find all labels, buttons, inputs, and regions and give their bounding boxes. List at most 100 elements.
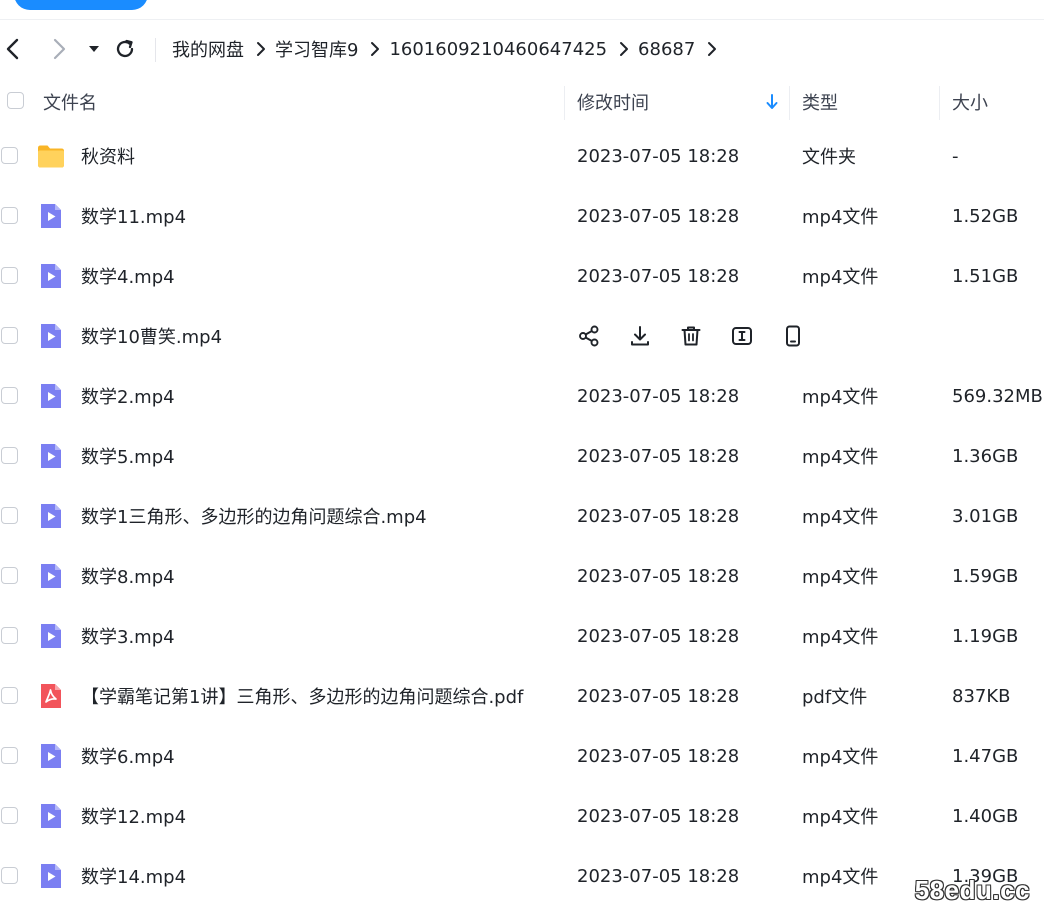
sort-desc-icon[interactable]: [766, 78, 778, 126]
row-checkbox[interactable]: [1, 747, 18, 764]
chevron-right-icon: [370, 41, 380, 57]
file-size: 1.51GB: [952, 265, 1019, 287]
file-modified-time: 2023-07-05 18:28: [577, 445, 740, 467]
table-row[interactable]: 数学8.mp4 2023-07-05 18:28 mp4文件 1.59GB: [0, 546, 1044, 606]
delete-icon[interactable]: [679, 324, 703, 348]
table-row[interactable]: 秋资料 2023-07-05 18:28 文件夹 -: [0, 126, 1044, 186]
phone-icon[interactable]: [781, 324, 805, 348]
file-size: 3.01GB: [952, 505, 1019, 527]
file-modified-time: 2023-07-05 18:28: [577, 205, 740, 227]
caret-down-icon: [89, 46, 99, 52]
rename-icon[interactable]: [730, 324, 754, 348]
file-size: 569.32MB: [952, 385, 1043, 407]
table-row[interactable]: 数学4.mp4 2023-07-05 18:28 mp4文件 1.51GB: [0, 246, 1044, 306]
file-type: mp4文件: [802, 807, 879, 828]
file-size: 1.59GB: [952, 565, 1019, 587]
row-checkbox[interactable]: [1, 867, 18, 884]
file-name[interactable]: 【学霸笔记第1讲】三角形、多边形的边角问题综合.pdf: [81, 666, 523, 726]
file-type: mp4文件: [802, 567, 879, 588]
select-all-checkbox[interactable]: [7, 92, 24, 109]
table-row[interactable]: 数学14.mp4 2023-07-05 18:28 mp4文件 1.39GB: [0, 846, 1044, 906]
file-modified-time: 2023-07-05 18:28: [577, 865, 740, 887]
row-checkbox[interactable]: [1, 567, 18, 584]
file-name[interactable]: 数学1三角形、多边形的边角问题综合.mp4: [81, 486, 427, 546]
video-file-icon: [41, 384, 61, 408]
file-modified-time: 2023-07-05 18:28: [577, 625, 740, 647]
row-checkbox[interactable]: [1, 447, 18, 464]
column-header-size[interactable]: 大小: [952, 78, 988, 126]
column-header-name[interactable]: 文件名: [43, 78, 97, 126]
table-row[interactable]: 数学11.mp4 2023-07-05 18:28 mp4文件 1.52GB: [0, 186, 1044, 246]
file-name[interactable]: 数学14.mp4: [81, 846, 186, 906]
file-name[interactable]: 数学4.mp4: [81, 246, 175, 306]
video-file-icon: [41, 624, 61, 648]
file-modified-time: 2023-07-05 18:28: [577, 805, 740, 827]
table-header: 文件名 修改时间 类型 大小: [0, 78, 1044, 126]
file-modified-time: 2023-07-05 18:28: [577, 385, 740, 407]
file-name[interactable]: 数学2.mp4: [81, 366, 175, 426]
table-row[interactable]: 数学3.mp4 2023-07-05 18:28 mp4文件 1.19GB: [0, 606, 1044, 666]
video-file-icon: [41, 744, 61, 768]
pdf-file-icon: [41, 684, 61, 708]
refresh-button[interactable]: [110, 30, 140, 68]
file-modified-time: 2023-07-05 18:28: [577, 145, 740, 167]
row-checkbox[interactable]: [1, 207, 18, 224]
file-size: 1.19GB: [952, 625, 1019, 647]
row-checkbox[interactable]: [1, 147, 18, 164]
column-header-type[interactable]: 类型: [802, 78, 838, 126]
forward-arrow-icon: [53, 38, 66, 60]
file-size: 1.52GB: [952, 205, 1019, 227]
nav-divider: [155, 38, 156, 62]
breadcrumb-item-current[interactable]: 68687: [638, 39, 695, 60]
watermark: 58edu.cc: [914, 875, 1030, 905]
row-checkbox[interactable]: [1, 507, 18, 524]
column-divider[interactable]: [564, 86, 565, 120]
file-name[interactable]: 数学12.mp4: [81, 786, 186, 846]
history-dropdown-button[interactable]: [79, 30, 109, 68]
file-size: 837KB: [952, 685, 1011, 707]
row-checkbox[interactable]: [1, 687, 18, 704]
column-header-modified[interactable]: 修改时间: [577, 78, 649, 126]
table-row[interactable]: 数学5.mp4 2023-07-05 18:28 mp4文件 1.36GB: [0, 426, 1044, 486]
download-icon[interactable]: [628, 324, 652, 348]
column-divider[interactable]: [939, 86, 940, 120]
folder-icon: [38, 145, 64, 168]
chevron-right-icon: [256, 41, 266, 57]
table-row[interactable]: 数学2.mp4 2023-07-05 18:28 mp4文件 569.32MB: [0, 366, 1044, 426]
back-button[interactable]: [0, 30, 28, 68]
top-divider: [0, 19, 1044, 20]
upload-button[interactable]: [14, 0, 148, 10]
table-row-hovered[interactable]: 数学10曹笑.mp4: [0, 306, 1044, 366]
video-file-icon: [41, 504, 61, 528]
video-file-icon: [41, 204, 61, 228]
file-name[interactable]: 数学5.mp4: [81, 426, 175, 486]
video-file-icon: [41, 564, 61, 588]
breadcrumb-item[interactable]: 我的网盘: [172, 36, 244, 62]
breadcrumb-item[interactable]: 学习智库9: [275, 36, 358, 62]
file-type: mp4文件: [802, 447, 879, 468]
share-icon[interactable]: [577, 324, 601, 348]
file-name[interactable]: 数学8.mp4: [81, 546, 175, 606]
file-name[interactable]: 数学10曹笑.mp4: [81, 306, 222, 366]
table-row[interactable]: 数学1三角形、多边形的边角问题综合.mp4 2023-07-05 18:28 m…: [0, 486, 1044, 546]
forward-button[interactable]: [44, 30, 74, 68]
table-row[interactable]: 【学霸笔记第1讲】三角形、多边形的边角问题综合.pdf 2023-07-05 1…: [0, 666, 1044, 726]
row-checkbox[interactable]: [1, 327, 18, 344]
column-divider[interactable]: [789, 86, 790, 120]
breadcrumb-item[interactable]: 1601609210460647425: [389, 39, 607, 60]
file-modified-time: 2023-07-05 18:28: [577, 505, 740, 527]
breadcrumb: 我的网盘 学习智库9 1601609210460647425 68687: [172, 30, 726, 68]
chevron-right-icon: [619, 41, 629, 57]
back-arrow-icon: [6, 38, 19, 60]
table-row[interactable]: 数学6.mp4 2023-07-05 18:28 mp4文件 1.47GB: [0, 726, 1044, 786]
file-name[interactable]: 数学6.mp4: [81, 726, 175, 786]
file-name[interactable]: 数学11.mp4: [81, 186, 186, 246]
file-name[interactable]: 数学3.mp4: [81, 606, 175, 666]
table-row[interactable]: 数学12.mp4 2023-07-05 18:28 mp4文件 1.40GB: [0, 786, 1044, 846]
row-checkbox[interactable]: [1, 387, 18, 404]
file-name[interactable]: 秋资料: [81, 126, 135, 186]
row-checkbox[interactable]: [1, 807, 18, 824]
row-checkbox[interactable]: [1, 267, 18, 284]
row-checkbox[interactable]: [1, 627, 18, 644]
file-size: -: [952, 145, 959, 167]
